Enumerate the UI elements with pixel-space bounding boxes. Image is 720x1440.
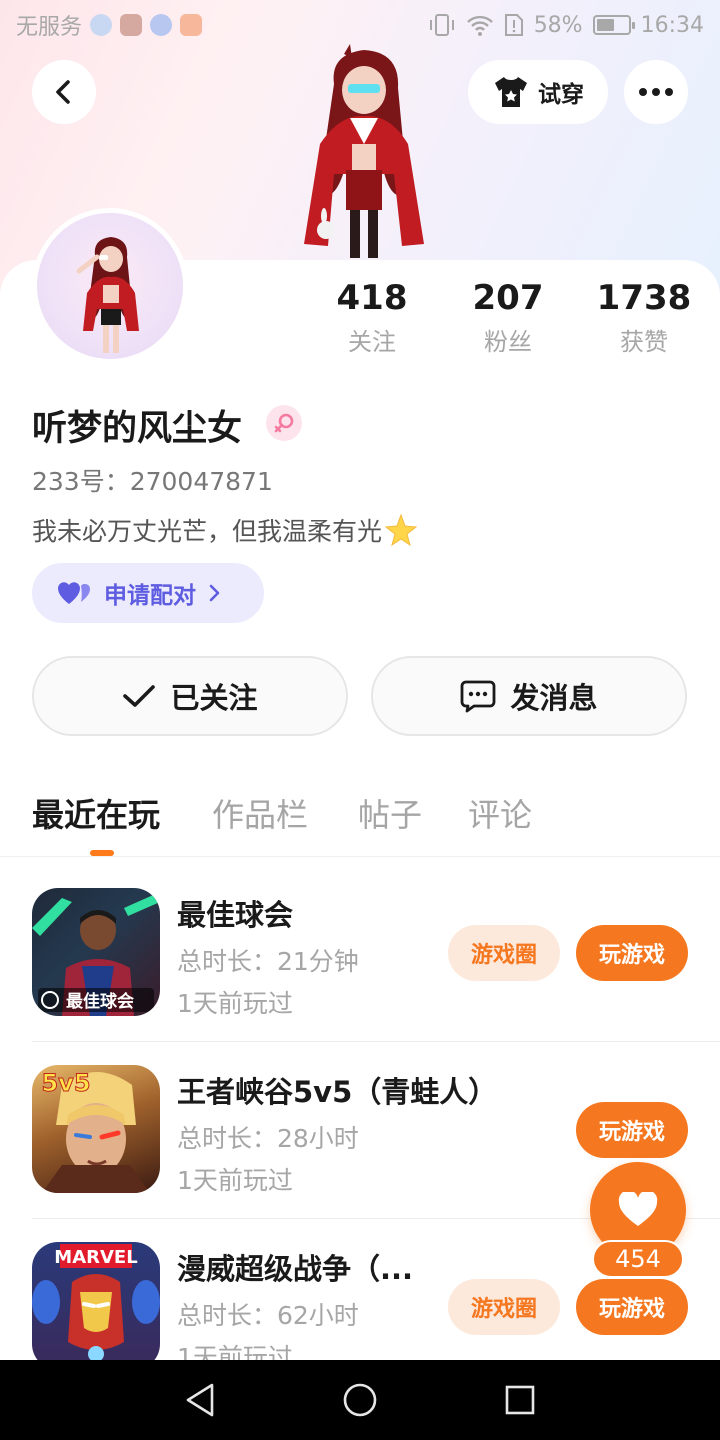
- avatar-illustration: [76, 237, 139, 353]
- followed-button[interactable]: 已关注: [32, 656, 348, 736]
- more-button[interactable]: [624, 60, 688, 124]
- stat-likes[interactable]: 1738 获赞: [576, 278, 712, 357]
- battery-percent: 58%: [533, 12, 583, 38]
- send-message-button[interactable]: 发消息: [371, 656, 687, 736]
- game-icon: 5v5: [32, 1065, 160, 1193]
- user-id: 233号：270047871: [32, 467, 273, 496]
- triangle-back-icon: [186, 1383, 214, 1417]
- wifi-icon: [466, 15, 493, 36]
- pair-label: 申请配对: [104, 583, 196, 609]
- followed-label: 已关注: [170, 681, 258, 715]
- chevron-left-icon: [56, 80, 70, 104]
- tab-recently-played[interactable]: 最近在玩: [32, 790, 160, 836]
- more-horizontal-icon: [639, 88, 673, 96]
- game-duration: 总时长：62小时: [177, 1301, 359, 1330]
- sim-alert-icon: [504, 14, 523, 36]
- game-duration: 总时长：28小时: [177, 1124, 359, 1153]
- game-icon-text: MARVEL: [54, 1247, 137, 1268]
- stat-label: 粉丝: [484, 328, 532, 356]
- stat-value: 418: [336, 278, 408, 318]
- row-divider: [32, 1041, 720, 1042]
- tab-posts[interactable]: 帖子: [358, 790, 422, 836]
- stat-value: 207: [472, 278, 544, 318]
- like-count: 454: [592, 1240, 684, 1278]
- stat-following[interactable]: 418 关注: [304, 278, 440, 357]
- battery-level: [596, 19, 614, 31]
- try-on-button[interactable]: 试穿: [468, 60, 608, 124]
- clock: 16:34: [640, 12, 704, 38]
- carrier-label: 无服务: [16, 15, 83, 40]
- user-bio: 我未必万丈光芒，但我温柔有光: [32, 512, 418, 548]
- status-bar: 无服务 58% 16:34: [0, 0, 720, 50]
- username: 听梦的风尘女: [32, 409, 243, 449]
- game-circle-button[interactable]: 游戏圈: [448, 925, 560, 981]
- system-navigation-bar: [0, 1360, 720, 1440]
- hearts-icon: [58, 582, 90, 604]
- tab-comments[interactable]: 评论: [468, 790, 532, 836]
- video-icon: [180, 14, 203, 36]
- profile-stats: 418 关注 207 粉丝 1738 获赞: [300, 278, 720, 368]
- stat-label: 获赞: [620, 328, 668, 356]
- square-recents-icon: [505, 1385, 535, 1415]
- game-last-played: 1天前玩过: [177, 989, 293, 1018]
- list-item[interactable]: 最佳球会 最佳球会 总时长：21分钟 1天前玩过 游戏圈 玩游戏: [0, 888, 720, 1065]
- game-icon: 最佳球会: [32, 888, 160, 1016]
- game-duration: 总时长：21分钟: [177, 947, 359, 976]
- message-label: 发消息: [510, 681, 598, 715]
- female-icon: [266, 405, 302, 441]
- circle-home-icon: [343, 1383, 377, 1417]
- chevron-right-icon: [209, 584, 220, 602]
- stat-label: 关注: [348, 328, 396, 356]
- avatar-character-illustration: [304, 44, 424, 258]
- tab-works[interactable]: 作品栏: [212, 790, 308, 836]
- music-icon: [150, 14, 173, 36]
- nav-home-button[interactable]: [340, 1380, 380, 1420]
- stat-value: 1738: [596, 278, 692, 318]
- app-notification-icon: [90, 14, 113, 36]
- avatar[interactable]: [32, 208, 188, 364]
- vibrate-icon: [429, 14, 454, 36]
- back-button[interactable]: [32, 60, 96, 124]
- star-icon: [384, 513, 418, 547]
- try-on-label: 试穿: [538, 82, 584, 108]
- game-title: 漫威超级战争（...: [177, 1252, 414, 1286]
- game-icon-text: 最佳球会: [66, 991, 134, 1012]
- game-title: 王者峡谷5v5（青蛙人）: [177, 1075, 498, 1109]
- app-notification-icon: [120, 14, 143, 36]
- tabs-divider: [0, 856, 720, 857]
- nav-recents-button[interactable]: [500, 1380, 540, 1420]
- game-last-played: 1天前玩过: [177, 1166, 293, 1195]
- game-last-played: 1天前玩过: [177, 1343, 293, 1360]
- check-icon: [123, 685, 156, 707]
- shirt-icon: [495, 77, 527, 107]
- game-icon: MARVEL: [32, 1242, 160, 1360]
- battery-icon: [592, 15, 635, 35]
- apply-pairing-button[interactable]: 申请配对: [32, 563, 264, 623]
- play-game-button[interactable]: 玩游戏: [576, 925, 688, 981]
- chat-icon: [461, 680, 496, 713]
- play-game-button[interactable]: 玩游戏: [576, 1279, 688, 1335]
- game-title: 最佳球会: [177, 898, 294, 932]
- heart-icon: [618, 1192, 658, 1226]
- nav-back-button[interactable]: [180, 1380, 220, 1420]
- play-game-button[interactable]: 玩游戏: [576, 1102, 688, 1158]
- game-icon-text: 5v5: [41, 1069, 90, 1097]
- stat-followers[interactable]: 207 粉丝: [440, 278, 576, 357]
- bio-text: 我未必万丈光芒，但我温柔有光: [32, 517, 383, 546]
- game-circle-button[interactable]: 游戏圈: [448, 1279, 560, 1335]
